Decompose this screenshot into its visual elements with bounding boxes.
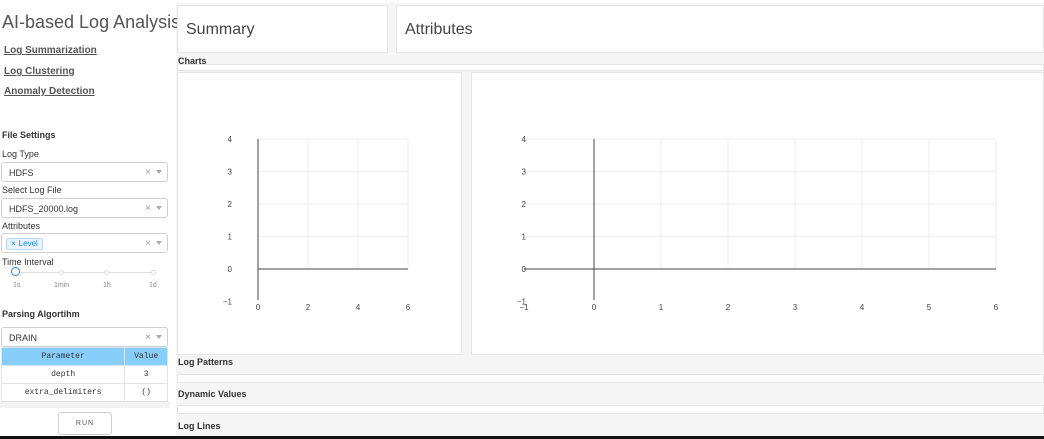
chip-remove-icon[interactable]: ×	[11, 239, 16, 248]
y-tick-label: 1	[522, 233, 527, 242]
chevron-down-icon[interactable]	[156, 170, 162, 174]
y-tick-label: 2	[522, 200, 527, 209]
summary-card: Summary	[177, 5, 388, 53]
y-tick-label: 2	[228, 200, 233, 209]
parsing-algorithm-value: DRAIN	[9, 333, 38, 343]
y-tick-label: 3	[228, 168, 233, 177]
slider-step-dot[interactable]	[104, 270, 109, 275]
run-button[interactable]: RUN	[58, 412, 112, 435]
x-tick-label: 0	[592, 303, 597, 312]
slider-mark-1h[interactable]: 1h	[103, 282, 111, 289]
log-type-select[interactable]: HDFS ×	[1, 162, 168, 182]
log-patterns-label: Log Patterns	[178, 357, 234, 367]
file-settings-title: File Settings	[2, 130, 56, 140]
attribute-chip-label: Level	[18, 239, 38, 248]
table-scroll-edge	[0, 402, 170, 408]
x-tick-label: −1	[519, 303, 529, 312]
log-file-value: HDFS_20000.log	[9, 204, 79, 214]
charts-strip	[177, 64, 1044, 71]
clear-icon[interactable]: ×	[145, 203, 151, 214]
attributes-card: Attributes	[396, 5, 1044, 53]
parameter-table: Parameter Value depth 3 extra_delimiters…	[0, 347, 168, 402]
slider-step-dot[interactable]	[59, 270, 64, 275]
y-tick-label: 3	[522, 168, 527, 177]
log-file-label: Select Log File	[2, 185, 62, 195]
dynamic-values-label: Dynamic Values	[178, 389, 247, 399]
chevron-down-icon[interactable]	[156, 206, 162, 210]
slider-mark-1d[interactable]: 1d	[149, 282, 157, 289]
log-type-label: Log Type	[2, 149, 39, 159]
chart-card-left: −1 0 1 2 3 4 0 2 4 6	[177, 72, 462, 355]
chart-right[interactable]: −101234−1 0 1 2 3 4 5 6	[472, 73, 1044, 356]
x-tick-label: 6	[994, 303, 999, 312]
slider-step-dot[interactable]	[151, 270, 156, 275]
y-tick-label: 0	[228, 265, 233, 274]
chart-left[interactable]: −1 0 1 2 3 4 0 2 4 6	[178, 73, 463, 356]
table-row: depth 3	[0, 365, 168, 384]
x-tick-label: 6	[406, 303, 411, 312]
column-header-parameter: Parameter	[0, 347, 126, 366]
slider-mark-1min[interactable]: 1min	[54, 282, 69, 289]
y-tick-label: −1	[223, 298, 233, 307]
slider-mark-1s[interactable]: 1s	[13, 282, 20, 289]
log-patterns-panel	[177, 374, 1044, 383]
x-tick-label: 2	[306, 303, 311, 312]
time-interval-slider-track[interactable]	[16, 272, 154, 273]
summary-title: Summary	[186, 21, 255, 38]
y-tick-label: 4	[522, 135, 527, 144]
y-tick-label: 4	[228, 135, 233, 144]
x-tick-label: 1	[659, 303, 664, 312]
chevron-down-icon[interactable]	[156, 241, 162, 245]
param-value-cell[interactable]: ()	[124, 383, 168, 402]
attributes-title: Attributes	[405, 21, 473, 38]
sidebar: AI-based Log Analysis Log Summarization …	[0, 0, 180, 439]
table-row: extra_delimiters ()	[0, 383, 168, 402]
y-tick-label: 1	[228, 233, 233, 242]
nav-log-summarization[interactable]: Log Summarization	[4, 45, 97, 56]
x-tick-label: 5	[927, 303, 932, 312]
param-value-cell[interactable]: 3	[124, 365, 168, 384]
clear-icon[interactable]: ×	[145, 238, 151, 249]
column-header-value: Value	[124, 347, 168, 366]
chart-card-right: −1 0 1 2 3 4 −1 0 1 2 3 4 5 6	[471, 72, 1044, 355]
parsing-algorithm-title: Parsing Algortihm	[2, 309, 80, 319]
log-file-select[interactable]: HDFS_20000.log ×	[1, 198, 168, 218]
parsing-algorithm-select[interactable]: DRAIN ×	[1, 327, 168, 347]
time-interval-label: Time Interval	[2, 257, 54, 267]
attribute-chip[interactable]: × Level	[6, 238, 43, 250]
attributes-label: Attributes	[2, 221, 41, 231]
x-tick-label: 4	[356, 303, 361, 312]
nav-anomaly-detection[interactable]: Anomaly Detection	[4, 86, 95, 97]
log-type-value: HDFS	[9, 168, 34, 178]
y-tick-label: 0	[522, 265, 527, 274]
attributes-select[interactable]: × Level ×	[1, 233, 168, 253]
log-lines-label: Log Lines	[178, 421, 221, 431]
time-interval-slider-handle[interactable]	[11, 267, 20, 276]
clear-icon[interactable]: ×	[145, 332, 151, 343]
clear-icon[interactable]: ×	[145, 167, 151, 178]
chevron-down-icon[interactable]	[156, 335, 162, 339]
x-tick-label: 3	[793, 303, 798, 312]
app-title: AI-based Log Analysis	[2, 12, 181, 32]
param-name-cell: depth	[0, 365, 126, 384]
nav-log-clustering[interactable]: Log Clustering	[4, 66, 75, 77]
table-header-row: Parameter Value	[0, 347, 168, 366]
dynamic-values-panel	[177, 405, 1044, 414]
x-tick-label: 0	[256, 303, 261, 312]
param-name-cell: extra_delimiters	[0, 383, 126, 402]
x-tick-label: 2	[726, 303, 731, 312]
x-tick-label: 4	[860, 303, 865, 312]
